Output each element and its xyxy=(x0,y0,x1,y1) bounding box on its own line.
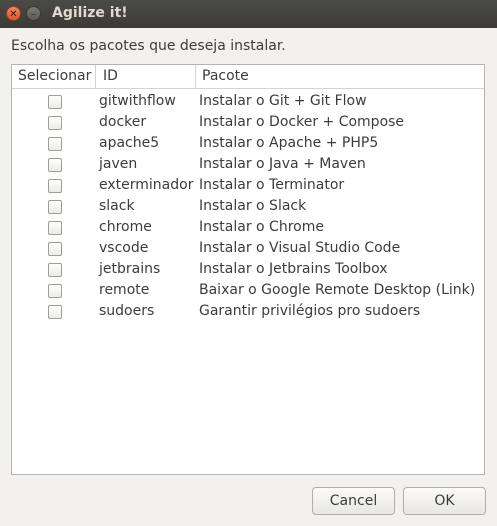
row-id: slack xyxy=(99,198,135,214)
row-package: Baixar o Google Remote Desktop (Link) xyxy=(199,282,476,298)
column-divider[interactable] xyxy=(195,65,196,89)
row-checkbox[interactable] xyxy=(48,263,62,277)
table-header: Selecionar ID Pacote xyxy=(12,65,484,89)
row-package: Garantir privilégios pro sudoers xyxy=(199,303,421,319)
row-checkbox[interactable] xyxy=(48,137,62,151)
row-package: Instalar o Visual Studio Code xyxy=(199,240,401,256)
row-package: Instalar o Slack xyxy=(199,198,307,214)
row-checkbox[interactable] xyxy=(48,200,62,214)
table-row[interactable]: vscode Instalar o Visual Studio Code xyxy=(12,239,484,260)
close-icon[interactable]: ✕ xyxy=(6,6,21,21)
row-id: gitwithflow xyxy=(99,93,176,109)
column-header-package[interactable]: Pacote xyxy=(202,68,249,84)
row-id: javen xyxy=(99,156,138,172)
column-header-select[interactable]: Selecionar xyxy=(18,68,91,84)
column-header-id[interactable]: ID xyxy=(103,68,118,84)
table-row[interactable]: exterminador Instalar o Terminator xyxy=(12,176,484,197)
table-row[interactable]: slack Instalar o Slack xyxy=(12,197,484,218)
row-checkbox[interactable] xyxy=(48,179,62,193)
table-row[interactable]: javen Instalar o Java + Maven xyxy=(12,155,484,176)
table-row[interactable]: gitwithflow Instalar o Git + Git Flow xyxy=(12,92,484,113)
table-row[interactable]: docker Instalar o Docker + Compose xyxy=(12,113,484,134)
minimize-icon[interactable]: – xyxy=(26,6,41,21)
title-bar[interactable]: ✕ – Agilize it! xyxy=(0,0,497,28)
row-checkbox[interactable] xyxy=(48,158,62,172)
row-checkbox[interactable] xyxy=(48,95,62,109)
table-row[interactable]: apache5 Instalar o Apache + PHP5 xyxy=(12,134,484,155)
table-row[interactable]: chrome Instalar o Chrome xyxy=(12,218,484,239)
column-divider[interactable] xyxy=(95,65,96,89)
row-id: apache5 xyxy=(99,135,160,151)
row-package: Instalar o Java + Maven xyxy=(199,156,366,172)
row-package: Instalar o Terminator xyxy=(199,177,345,193)
row-package: Instalar o Chrome xyxy=(199,219,324,235)
row-package: Instalar o Jetbrains Toolbox xyxy=(199,261,388,277)
table-row[interactable]: sudoers Garantir privilégios pro sudoers xyxy=(12,302,484,323)
row-id: remote xyxy=(99,282,150,298)
row-id: docker xyxy=(99,114,147,130)
package-table[interactable]: Selecionar ID Pacote gitwithflow Instalar… xyxy=(11,64,485,475)
row-checkbox[interactable] xyxy=(48,221,62,235)
row-checkbox[interactable] xyxy=(48,116,62,130)
row-checkbox[interactable] xyxy=(48,305,62,319)
row-checkbox[interactable] xyxy=(48,242,62,256)
table-row[interactable]: remote Baixar o Google Remote Desktop (Li… xyxy=(12,281,484,302)
row-id: vscode xyxy=(99,240,149,256)
row-package: Instalar o Docker + Compose xyxy=(199,114,405,130)
row-checkbox[interactable] xyxy=(48,284,62,298)
table-row[interactable]: jetbrains Instalar o Jetbrains Toolbox xyxy=(12,260,484,281)
row-package: Instalar o Apache + PHP5 xyxy=(199,135,379,151)
row-id: chrome xyxy=(99,219,152,235)
row-package: Instalar o Git + Git Flow xyxy=(199,93,367,109)
ok-button[interactable]: OK xyxy=(403,487,486,515)
window-title: Agilize it! xyxy=(52,5,128,21)
row-id: jetbrains xyxy=(99,261,161,277)
row-id: exterminador xyxy=(99,177,194,193)
instruction-text: Escolha os pacotes que deseja instalar. xyxy=(11,38,286,54)
cancel-button[interactable]: Cancel xyxy=(312,487,395,515)
row-id: sudoers xyxy=(99,303,155,319)
